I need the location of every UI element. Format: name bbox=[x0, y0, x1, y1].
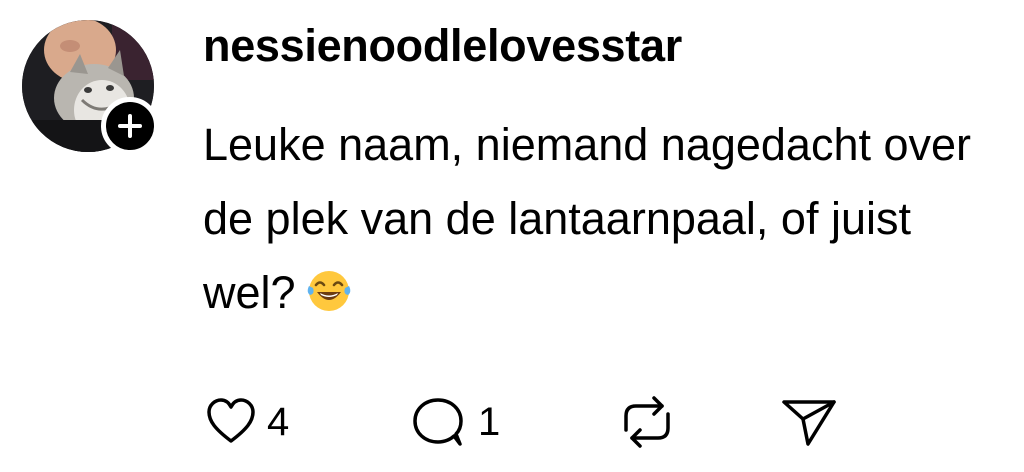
reply-button[interactable]: 1 bbox=[408, 392, 500, 452]
plus-icon bbox=[118, 114, 142, 138]
repost-icon bbox=[624, 396, 670, 448]
like-button[interactable]: 4 bbox=[205, 392, 289, 452]
comment-text-block: Leuke naam, niemand nagedacht over de pl… bbox=[203, 108, 1003, 330]
follow-button[interactable] bbox=[101, 97, 159, 155]
share-button[interactable] bbox=[778, 392, 840, 452]
reply-count: 1 bbox=[478, 400, 501, 444]
comment-icon bbox=[413, 398, 463, 446]
username[interactable]: nessienoodlelovesstar bbox=[203, 18, 682, 74]
laughing-emoji-icon bbox=[306, 262, 352, 311]
heart-icon bbox=[207, 398, 255, 443]
action-bar: 4 1 bbox=[0, 392, 1024, 456]
repost-button[interactable] bbox=[616, 392, 678, 452]
like-count: 4 bbox=[267, 400, 290, 444]
send-icon bbox=[782, 400, 836, 446]
